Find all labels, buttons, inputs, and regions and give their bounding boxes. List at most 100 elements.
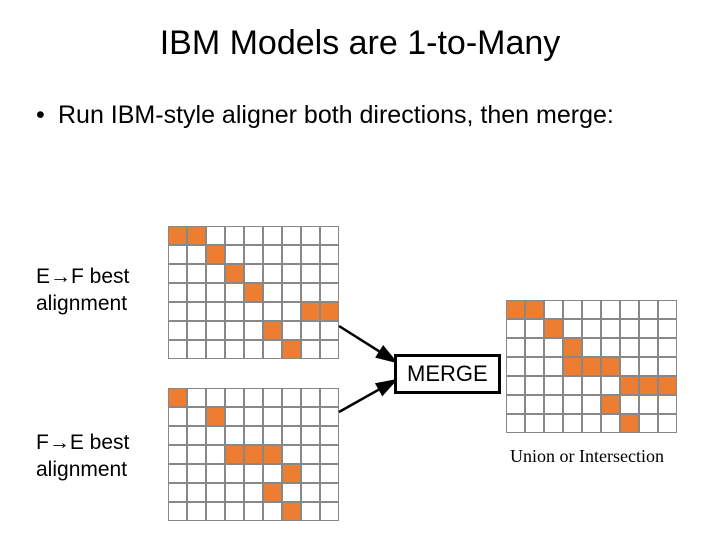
grid-cell — [225, 226, 244, 245]
grid-cell — [301, 464, 320, 483]
grid-cell — [563, 338, 582, 357]
grid-cell — [620, 338, 639, 357]
grid-cell — [563, 414, 582, 433]
ef-label-line2: alignment — [36, 291, 129, 318]
grid-cell — [582, 395, 601, 414]
grid-cell — [301, 388, 320, 407]
grid-cell — [187, 321, 206, 340]
grid-cell — [601, 300, 620, 319]
fe-grid — [168, 388, 339, 521]
grid-cell — [168, 226, 187, 245]
grid-cell — [244, 426, 263, 445]
grid-cell — [620, 300, 639, 319]
grid-cell — [544, 376, 563, 395]
grid-cell — [620, 414, 639, 433]
grid-cell — [639, 414, 658, 433]
grid-cell — [282, 445, 301, 464]
grid-cell — [601, 357, 620, 376]
grid-cell — [506, 357, 525, 376]
grid-cell — [506, 338, 525, 357]
grid-cell — [282, 483, 301, 502]
grid-cell — [244, 283, 263, 302]
grid-cell — [244, 302, 263, 321]
grid-cell — [187, 245, 206, 264]
grid-cell — [320, 264, 339, 283]
grid-cell — [187, 283, 206, 302]
grid-cell — [225, 388, 244, 407]
grid-cell — [301, 340, 320, 359]
grid-cell — [282, 426, 301, 445]
grid-cell — [206, 502, 225, 521]
grid-cell — [187, 464, 206, 483]
grid-cell — [301, 483, 320, 502]
grid-cell — [506, 414, 525, 433]
grid-cell — [658, 338, 677, 357]
grid-cell — [168, 264, 187, 283]
grid-cell — [206, 340, 225, 359]
grid-cell — [282, 283, 301, 302]
grid-cell — [206, 407, 225, 426]
grid-cell — [620, 357, 639, 376]
grid-cell — [601, 319, 620, 338]
fe-label: F→E best alignment — [36, 430, 129, 484]
ef-label: E→F best alignment — [36, 264, 129, 318]
grid-cell — [263, 302, 282, 321]
grid-cell — [168, 321, 187, 340]
grid-cell — [582, 357, 601, 376]
grid-cell — [282, 388, 301, 407]
union-caption: Union or Intersection — [510, 446, 664, 467]
grid-cell — [544, 300, 563, 319]
grid-cell — [263, 426, 282, 445]
grid-cell — [320, 426, 339, 445]
grid-cell — [225, 426, 244, 445]
grid-cell — [225, 483, 244, 502]
grid-cell — [244, 226, 263, 245]
grid-cell — [320, 340, 339, 359]
grid-cell — [582, 319, 601, 338]
grid-cell — [282, 321, 301, 340]
grid-cell — [301, 226, 320, 245]
grid-cell — [263, 502, 282, 521]
grid-cell — [320, 445, 339, 464]
grid-cell — [620, 319, 639, 338]
grid-cell — [320, 226, 339, 245]
fe-label-line2: alignment — [36, 457, 129, 484]
grid-cell — [168, 445, 187, 464]
grid-cell — [301, 245, 320, 264]
merge-box: MERGE — [394, 354, 501, 394]
grid-cell — [525, 395, 544, 414]
grid-cell — [168, 283, 187, 302]
grid-cell — [658, 414, 677, 433]
grid-cell — [639, 395, 658, 414]
grid-cell — [263, 340, 282, 359]
grid-cell — [544, 357, 563, 376]
grid-cell — [168, 407, 187, 426]
grid-cell — [544, 338, 563, 357]
page-title: IBM Models are 1-to-Many — [0, 0, 720, 63]
grid-cell — [282, 226, 301, 245]
bullet-text: •Run IBM-style aligner both directions, … — [0, 63, 720, 131]
grid-cell — [506, 376, 525, 395]
grid-cell — [620, 376, 639, 395]
grid-cell — [225, 245, 244, 264]
grid-cell — [244, 264, 263, 283]
grid-cell — [225, 264, 244, 283]
grid-cell — [225, 302, 244, 321]
grid-cell — [282, 340, 301, 359]
grid-cell — [582, 414, 601, 433]
grid-cell — [525, 357, 544, 376]
grid-cell — [206, 283, 225, 302]
grid-cell — [320, 245, 339, 264]
grid-cell — [187, 483, 206, 502]
grid-cell — [263, 445, 282, 464]
grid-cell — [263, 388, 282, 407]
grid-cell — [639, 319, 658, 338]
grid-cell — [263, 226, 282, 245]
grid-cell — [187, 226, 206, 245]
grid-cell — [263, 264, 282, 283]
grid-cell — [658, 319, 677, 338]
grid-cell — [244, 407, 263, 426]
grid-cell — [206, 388, 225, 407]
grid-cell — [301, 445, 320, 464]
grid-cell — [244, 245, 263, 264]
